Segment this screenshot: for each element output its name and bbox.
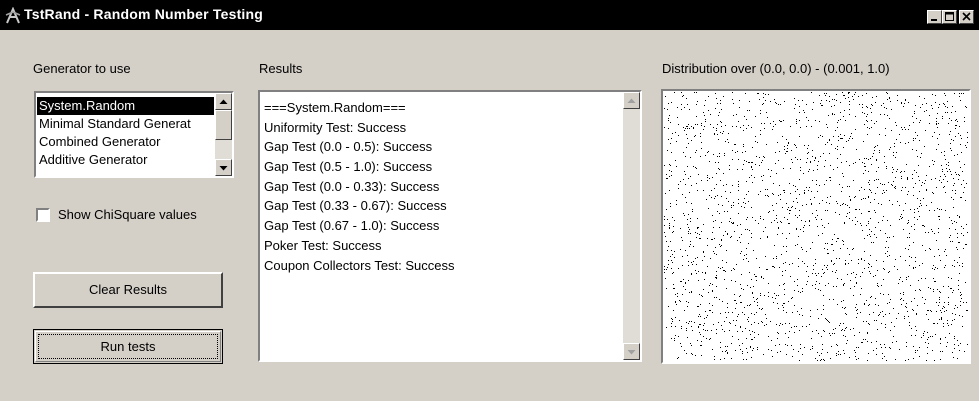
clear-results-label: Clear Results (88, 282, 168, 297)
app-icon (5, 7, 21, 24)
window-title: TstRand - Random Number Testing (24, 6, 264, 22)
close-icon (962, 12, 971, 21)
results-scroll-down-button[interactable] (623, 343, 640, 360)
scroll-up-button[interactable] (215, 93, 232, 110)
run-tests-label: Run tests (100, 339, 156, 354)
results-label: Results (259, 61, 303, 76)
distribution-label: Distribution over (0.0, 0.0) - (0.001, 1… (662, 61, 890, 76)
close-button[interactable] (959, 10, 974, 24)
minimize-button[interactable] (927, 10, 942, 24)
result-line: Gap Test (0.33 - 0.67): Success (264, 198, 447, 214)
arrow-down-icon (627, 349, 636, 354)
generator-item[interactable]: System.Random (37, 97, 214, 115)
generator-listbox[interactable]: System.Random Minimal Standard Generat C… (34, 91, 234, 178)
result-line: Gap Test (0.67 - 1.0): Success (264, 218, 440, 234)
maximize-icon (945, 12, 954, 21)
run-tests-button[interactable]: Run tests (33, 329, 223, 364)
result-line: Uniformity Test: Success (264, 119, 407, 135)
scroll-down-button[interactable] (215, 159, 232, 176)
results-scrollbar[interactable] (623, 92, 640, 360)
chisquare-checkbox[interactable] (36, 208, 50, 222)
result-line: ===System.Random=== (264, 100, 406, 115)
chisquare-label[interactable]: Show ChiSquare values (58, 207, 197, 222)
generator-item[interactable]: Additive Generator (37, 151, 214, 169)
distribution-scatter (664, 92, 968, 361)
clear-results-button[interactable]: Clear Results (33, 272, 223, 308)
scroll-thumb[interactable] (215, 110, 232, 140)
results-scroll-up-button[interactable] (623, 92, 640, 109)
result-line: Gap Test (0.0 - 0.33): Success (264, 178, 440, 194)
minimize-icon (931, 19, 937, 21)
results-lines: ===System.Random=== Uniformity Test: Suc… (264, 98, 455, 275)
maximize-button[interactable] (942, 10, 957, 24)
result-line: Coupon Collectors Test: Success (264, 257, 455, 273)
results-textbox[interactable]: ===System.Random=== Uniformity Test: Suc… (258, 90, 642, 362)
result-line: Gap Test (0.0 - 0.5): Success (264, 139, 433, 155)
result-line: Poker Test: Success (264, 237, 382, 253)
arrow-down-icon (219, 165, 228, 170)
title-bar[interactable]: TstRand - Random Number Testing (0, 0, 979, 30)
main-window: TstRand - Random Number Testing Generato… (0, 0, 979, 401)
distribution-plot (661, 89, 971, 364)
distribution-points (664, 92, 968, 361)
generator-item[interactable]: Combined Generator (37, 133, 214, 151)
generator-item[interactable]: Minimal Standard Generat (37, 115, 214, 133)
result-line: Gap Test (0.5 - 1.0): Success (264, 159, 433, 175)
arrow-up-icon (627, 98, 636, 103)
generator-scrollbar[interactable] (215, 93, 232, 176)
arrow-up-icon (219, 99, 228, 104)
generator-label: Generator to use (33, 61, 131, 76)
